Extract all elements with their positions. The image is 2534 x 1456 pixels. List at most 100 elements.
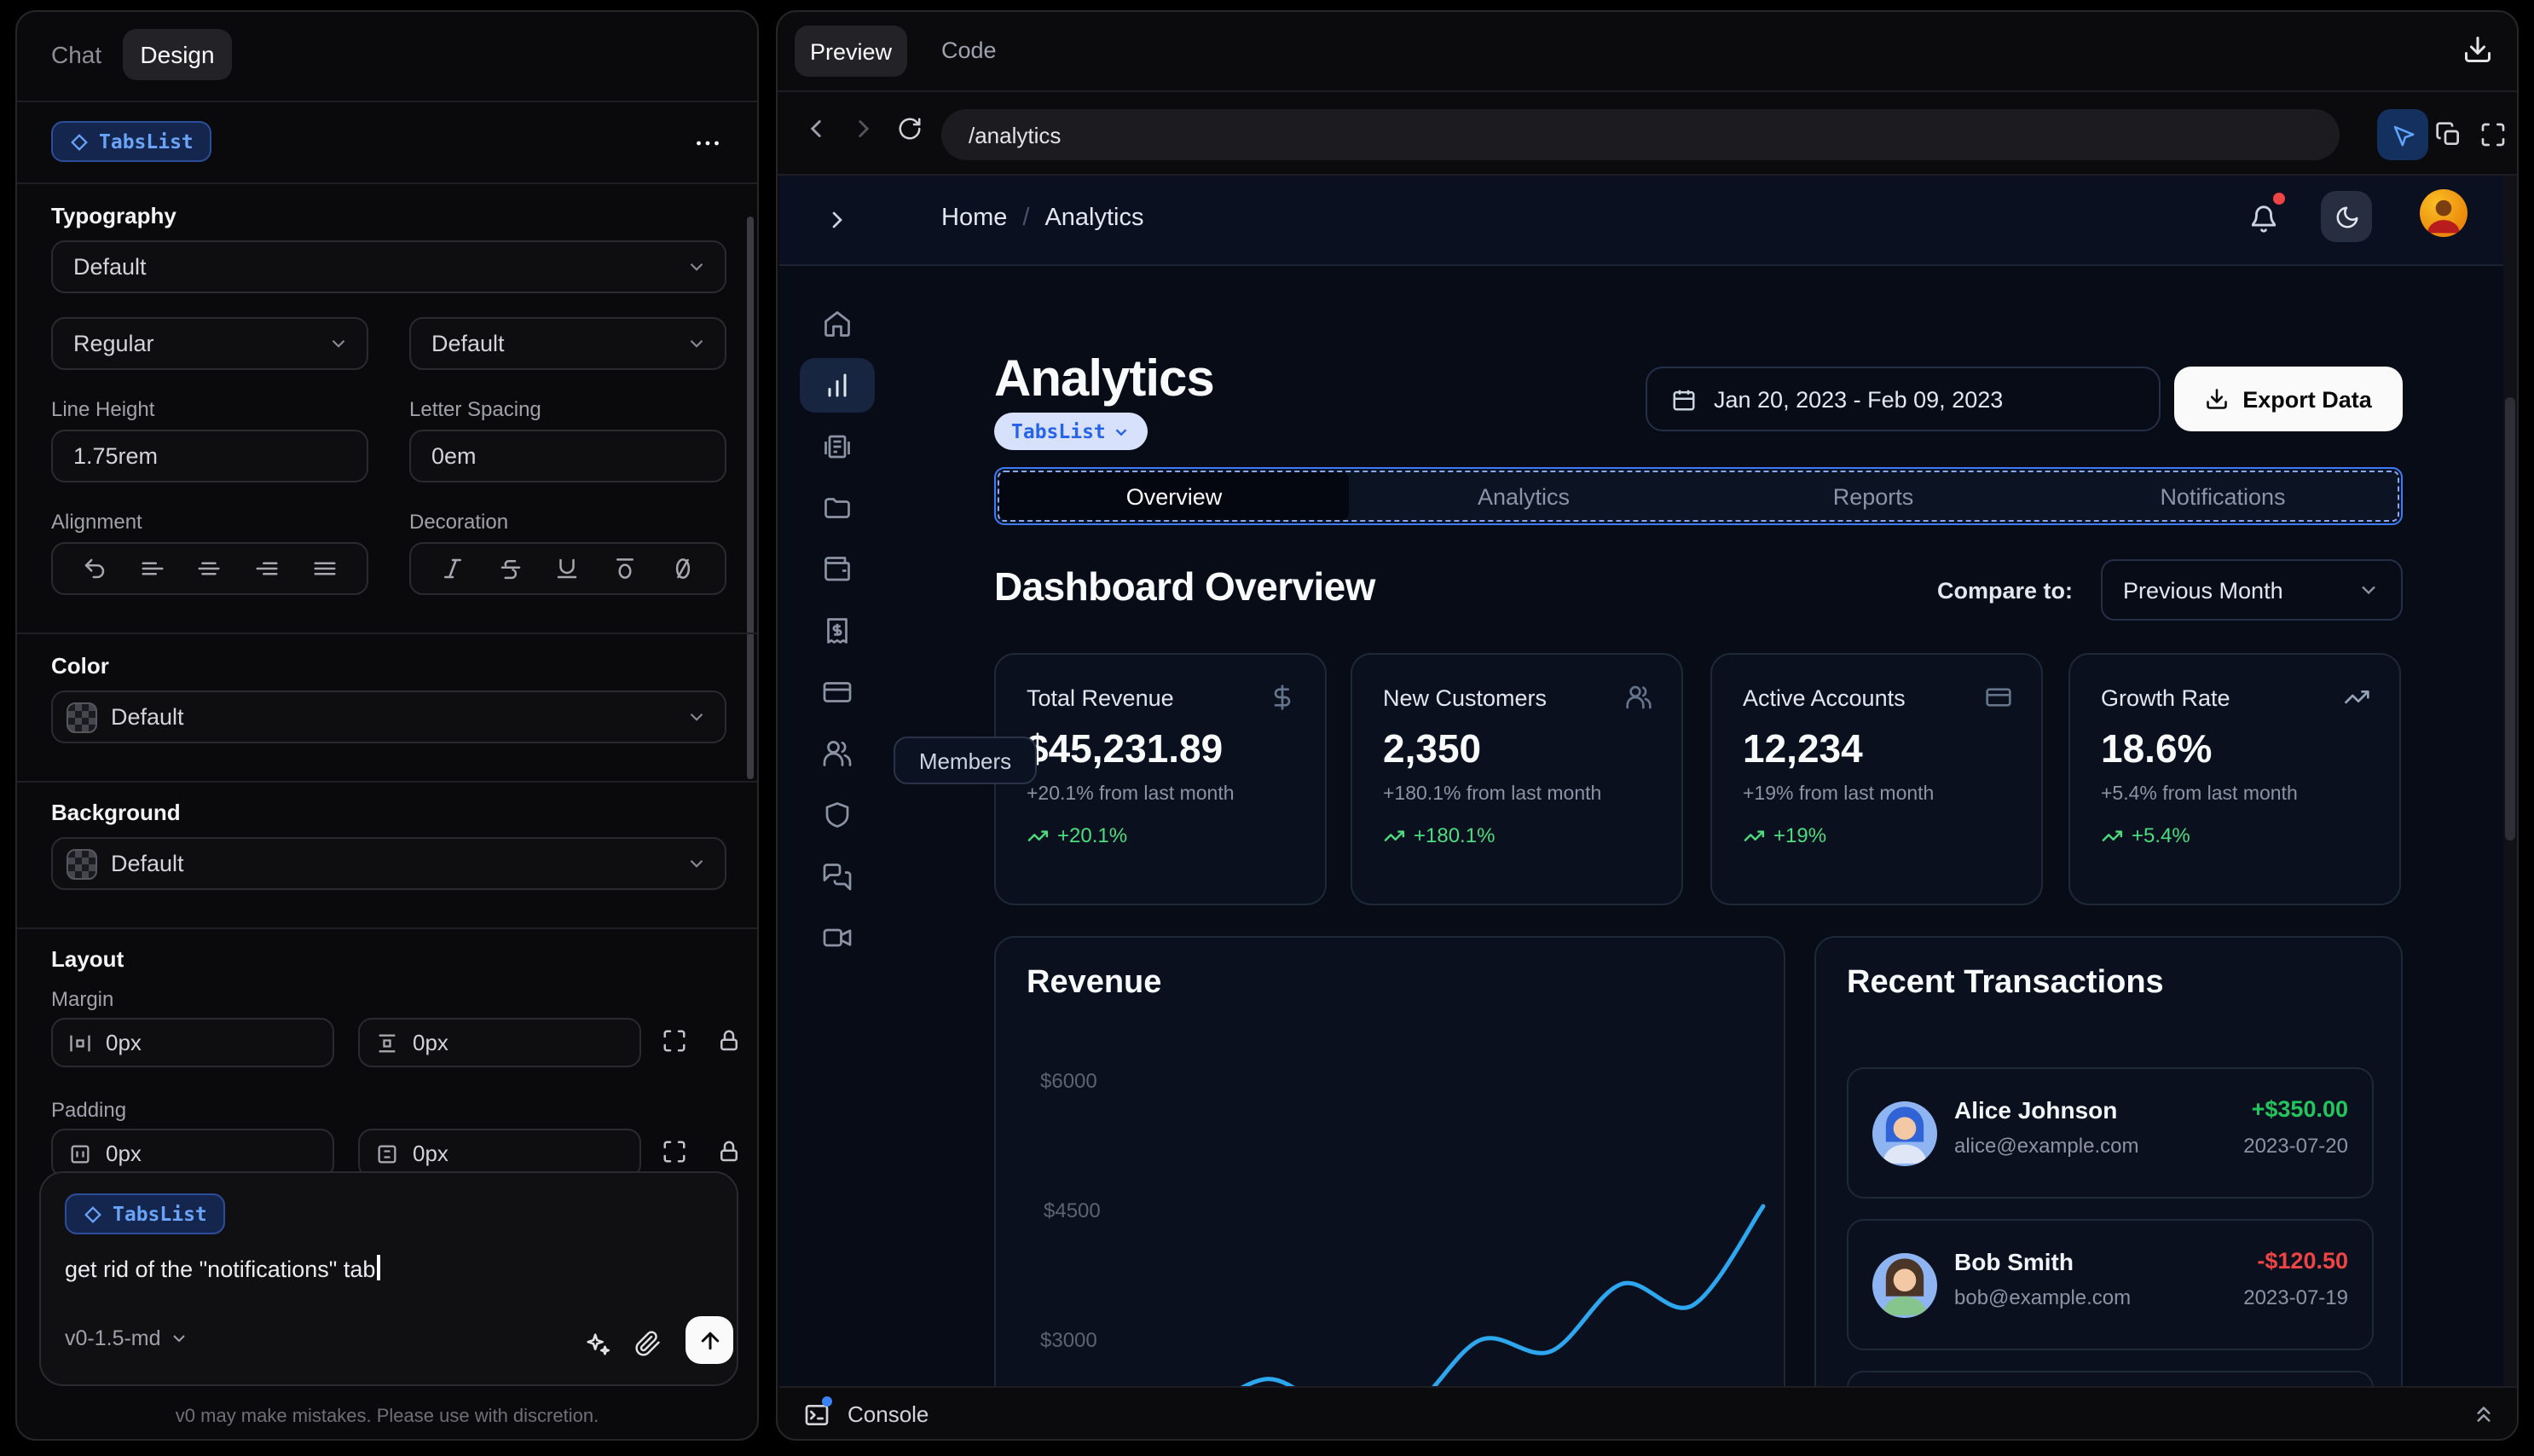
rail-item-analytics[interactable] xyxy=(822,370,853,401)
stat-card[interactable]: Active Accounts 12,234 +19% from last mo… xyxy=(1710,653,2043,905)
more-menu-button[interactable] xyxy=(689,124,726,162)
rail-item-wallet[interactable] xyxy=(822,554,853,585)
console-bar[interactable]: Console xyxy=(779,1386,2517,1439)
composer-component-chip[interactable]: TabsList xyxy=(65,1193,226,1234)
transaction-row[interactable] xyxy=(1847,1371,2374,1386)
download-button[interactable] xyxy=(2462,34,2493,65)
font-size-value: Default xyxy=(431,331,505,356)
align-justify-icon[interactable] xyxy=(311,556,337,581)
tab-preview[interactable]: Preview xyxy=(795,26,907,77)
tab-code[interactable]: Code xyxy=(941,38,997,63)
compare-select[interactable]: Previous Month xyxy=(2101,559,2403,621)
tab-analytics[interactable]: Analytics xyxy=(1349,472,1698,520)
disclaimer: v0 may make mistakes. Please use with di… xyxy=(175,1407,599,1427)
align-center-icon[interactable] xyxy=(197,556,223,581)
copy-button[interactable] xyxy=(2435,121,2462,148)
tab-reports[interactable]: Reports xyxy=(1698,472,2048,520)
color-select[interactable]: Default xyxy=(51,690,726,743)
layout-heading: Layout xyxy=(51,946,124,972)
rail-item-home[interactable] xyxy=(822,309,853,339)
font-weight-select[interactable]: Regular xyxy=(51,317,368,370)
theme-toggle-button[interactable] xyxy=(2321,191,2372,242)
revenue-line-chart xyxy=(1241,1204,1766,1386)
chevron-right-icon xyxy=(859,120,870,137)
app-scrollbar-track[interactable] xyxy=(2503,176,2517,1386)
transaction-name: Bob Smith xyxy=(1954,1248,2074,1275)
line-height-input[interactable]: 1.75rem xyxy=(51,430,368,482)
date-range-picker[interactable]: Jan 20, 2023 - Feb 09, 2023 xyxy=(1646,367,2161,431)
nav-back-button[interactable] xyxy=(801,114,830,143)
credit-card-icon xyxy=(823,682,852,702)
rail-item-video[interactable] xyxy=(822,922,853,953)
align-left-icon[interactable] xyxy=(140,556,165,581)
stat-card[interactable]: Growth Rate 18.6% +5.4% from last month … xyxy=(2068,653,2401,905)
margin-y-input[interactable]: 0px xyxy=(358,1018,641,1067)
rail-item-files[interactable] xyxy=(822,493,853,523)
padding-expand-button[interactable] xyxy=(662,1139,687,1164)
user-avatar[interactable] xyxy=(2420,189,2467,237)
tab-notifications[interactable]: Notifications xyxy=(2048,472,2398,520)
transactions-title: Recent Transactions xyxy=(1847,965,2164,1001)
font-family-select[interactable]: Default xyxy=(51,240,726,293)
lock-icon xyxy=(720,1141,738,1162)
refresh-button[interactable] xyxy=(897,116,923,142)
letter-spacing-input[interactable]: 0em xyxy=(409,430,726,482)
margin-lock-button[interactable] xyxy=(716,1028,742,1054)
breadcrumb-home[interactable]: Home xyxy=(941,205,1007,232)
rail-item-invoices[interactable] xyxy=(822,431,853,462)
send-button[interactable] xyxy=(686,1316,733,1364)
underline-icon[interactable] xyxy=(555,556,581,581)
wallet-icon xyxy=(824,557,850,581)
tab-overview[interactable]: Overview xyxy=(999,472,1349,520)
attach-button[interactable] xyxy=(634,1330,662,1357)
prompt-input[interactable]: get rid of the "notifications" tab xyxy=(65,1255,380,1282)
enhance-button[interactable] xyxy=(583,1330,612,1359)
sidebar-toggle-button[interactable] xyxy=(824,206,851,234)
rail-item-security[interactable] xyxy=(822,800,853,830)
breadcrumb-current: Analytics xyxy=(1044,205,1144,232)
margin-expand-button[interactable] xyxy=(662,1028,687,1054)
overline-icon[interactable] xyxy=(612,556,638,581)
app-scrollbar-thumb[interactable] xyxy=(2505,397,2515,841)
strikethrough-icon[interactable] xyxy=(498,556,524,581)
stat-card[interactable]: Total Revenue $45,231.89 +20.1% from las… xyxy=(994,653,1327,905)
bar-chart-icon xyxy=(828,373,847,397)
transaction-email: alice@example.com xyxy=(1954,1134,2139,1158)
prompt-composer[interactable]: TabsList get rid of the "notifications" … xyxy=(39,1171,738,1386)
rail-item-messages[interactable] xyxy=(822,861,853,892)
rail-item-cards[interactable] xyxy=(822,677,853,708)
no-decoration-icon[interactable] xyxy=(669,556,695,581)
fullscreen-button[interactable] xyxy=(2479,121,2507,148)
stat-sub: +20.1% from last month xyxy=(1027,784,1235,805)
background-value: Default xyxy=(111,851,184,876)
chevron-left-icon xyxy=(810,120,821,137)
selected-component-chip[interactable]: TabsList xyxy=(51,121,212,162)
transaction-row[interactable]: Bob Smith bob@example.com -$120.50 2023-… xyxy=(1847,1219,2374,1350)
diamond-icon xyxy=(84,1205,101,1222)
undo-icon[interactable] xyxy=(83,556,108,581)
select-mode-button[interactable] xyxy=(2377,109,2428,160)
rail-item-members[interactable] xyxy=(822,738,853,769)
export-data-button[interactable]: Export Data xyxy=(2174,367,2403,431)
stat-sub: +19% from last month xyxy=(1743,784,1935,805)
background-select[interactable]: Default xyxy=(51,837,726,890)
tab-design[interactable]: Design xyxy=(123,29,232,80)
console-expand-button[interactable] xyxy=(2471,1401,2496,1427)
stat-trend-value: +19% xyxy=(1773,823,1827,847)
italic-icon[interactable] xyxy=(441,556,466,581)
margin-x-input[interactable]: 0px xyxy=(51,1018,334,1067)
tab-chat[interactable]: Chat xyxy=(51,41,101,68)
model-select[interactable]: v0-1.5-md xyxy=(65,1326,190,1350)
rail-item-receipts[interactable] xyxy=(822,615,853,646)
nav-forward-button[interactable] xyxy=(849,114,878,143)
component-overlay-chip[interactable]: TabsList xyxy=(994,413,1148,450)
notifications-button[interactable] xyxy=(2249,205,2278,234)
stat-card[interactable]: New Customers 2,350 +180.1% from last mo… xyxy=(1351,653,1683,905)
padding-lock-button[interactable] xyxy=(716,1139,742,1164)
color-value: Default xyxy=(111,704,184,730)
font-size-select[interactable]: Default xyxy=(409,317,726,370)
transaction-row[interactable]: Alice Johnson alice@example.com +$350.00… xyxy=(1847,1067,2374,1199)
panel-scrollbar[interactable] xyxy=(747,217,754,779)
url-input[interactable]: /analytics xyxy=(941,109,2340,160)
align-right-icon[interactable] xyxy=(254,556,280,581)
